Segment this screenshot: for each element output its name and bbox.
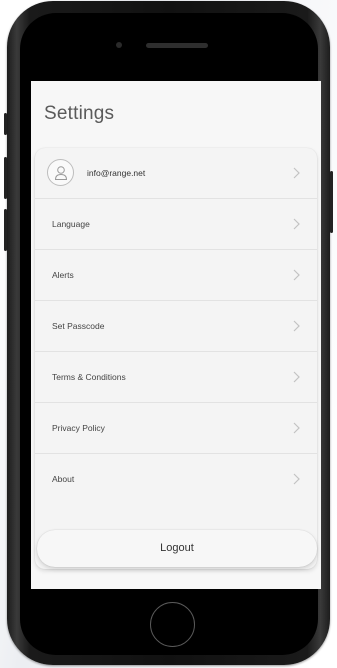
menu-item-label: Language (52, 219, 90, 229)
user-icon (47, 159, 74, 186)
menu-item-label: Set Passcode (52, 321, 105, 331)
volume-up-button (4, 157, 7, 199)
menu-item-terms-conditions[interactable]: Terms & Conditions (35, 352, 317, 403)
volume-down-button (4, 209, 7, 251)
chevron-right-icon (293, 167, 300, 179)
menu-item-label: Terms & Conditions (52, 372, 126, 382)
chevron-right-icon (293, 473, 300, 485)
chevron-right-icon (293, 218, 300, 230)
front-camera (116, 42, 122, 48)
page-title: Settings (44, 103, 115, 124)
menu-item-set-passcode[interactable]: Set Passcode (35, 301, 317, 352)
chevron-right-icon (293, 320, 300, 332)
menu-item-label: About (52, 474, 75, 484)
menu-item-privacy-policy[interactable]: Privacy Policy (35, 403, 317, 454)
menu-item-label: Alerts (52, 270, 74, 280)
home-button[interactable] (150, 602, 195, 647)
logout-button[interactable]: Logout (37, 530, 317, 567)
account-row[interactable]: info@range.net (35, 148, 317, 199)
chevron-right-icon (293, 269, 300, 281)
settings-list: info@range.net Language Alerts Set Passc… (35, 148, 317, 569)
menu-item-about[interactable]: About (35, 454, 317, 505)
power-button (330, 171, 333, 233)
mute-switch (4, 113, 7, 135)
settings-screen: Settings info@range.net Language Alerts (31, 81, 321, 589)
menu-item-label: Privacy Policy (52, 423, 105, 433)
chevron-right-icon (293, 371, 300, 383)
earpiece-speaker (146, 43, 208, 48)
account-email: info@range.net (87, 168, 146, 178)
menu-item-alerts[interactable]: Alerts (35, 250, 317, 301)
menu-item-language[interactable]: Language (35, 199, 317, 250)
chevron-right-icon (293, 422, 300, 434)
